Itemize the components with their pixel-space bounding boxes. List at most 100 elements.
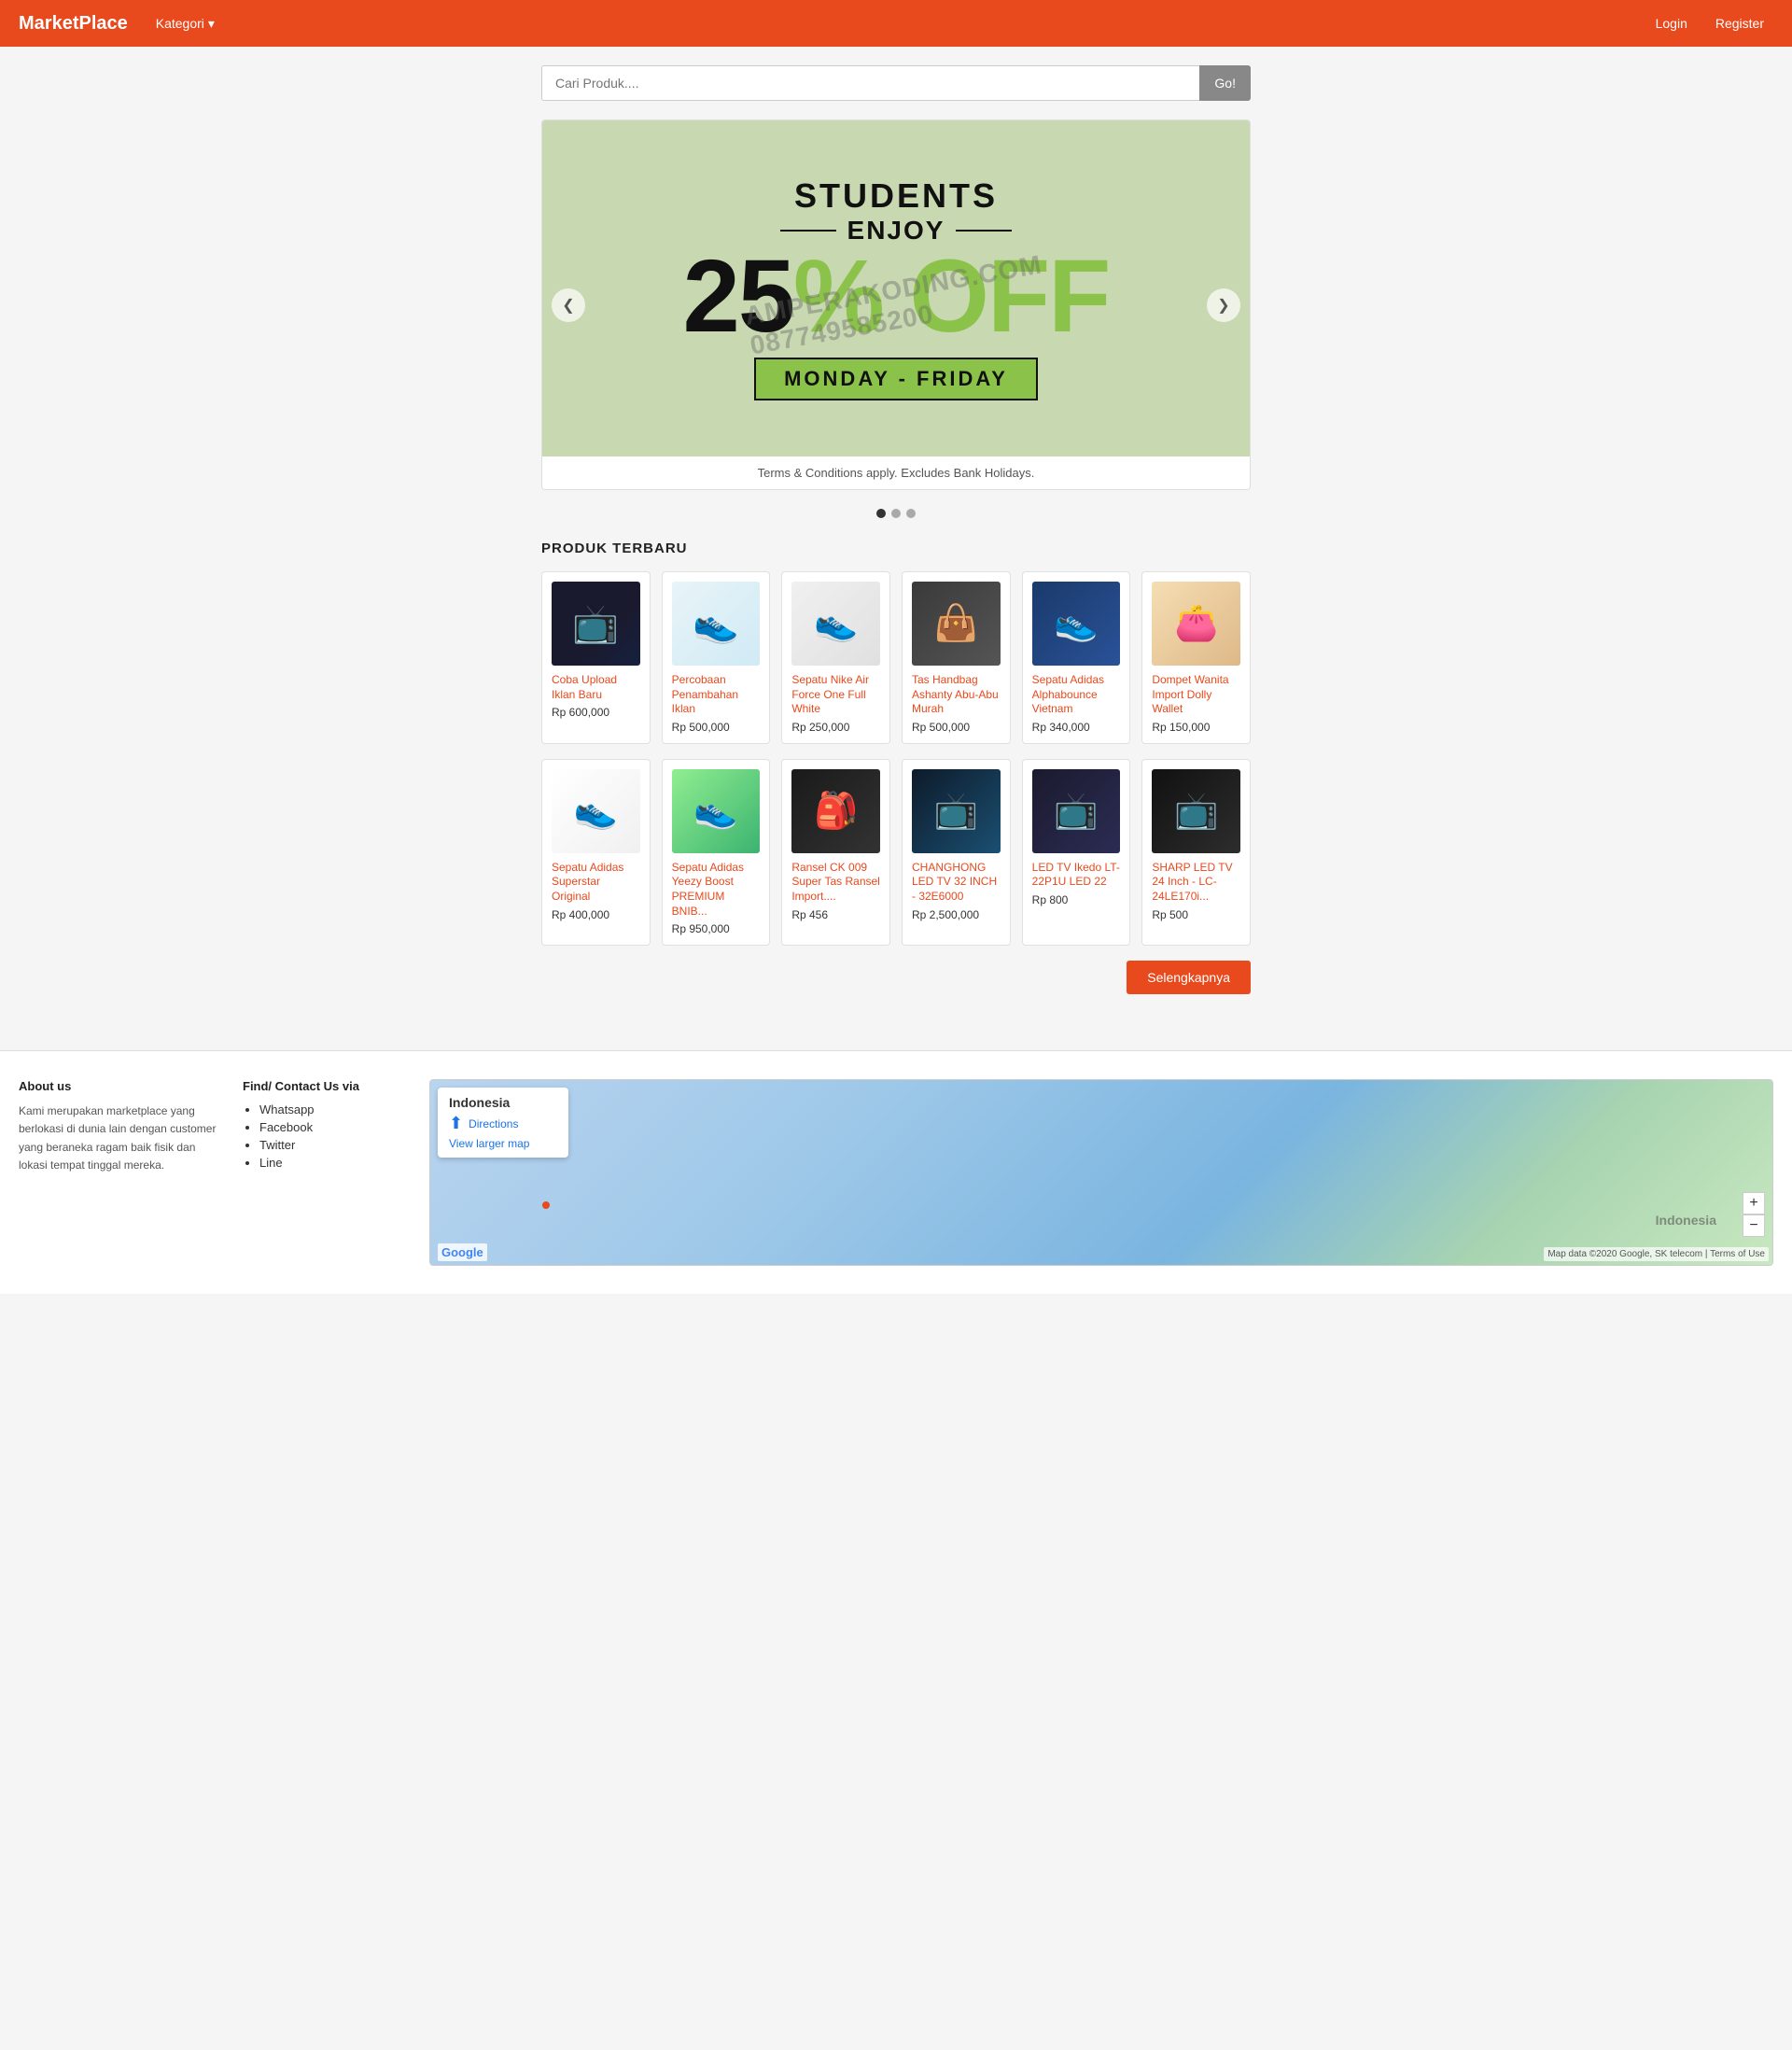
product-img: [1152, 582, 1240, 666]
product-card-r1-0[interactable]: Sepatu Adidas Superstar Original Rp 400,0…: [541, 759, 651, 946]
search-input[interactable]: [541, 65, 1199, 101]
map-zoom-controls: + −: [1743, 1192, 1765, 1237]
carousel-dot-3[interactable]: [906, 509, 916, 518]
product-img: [1152, 769, 1240, 853]
search-button[interactable]: Go!: [1199, 65, 1251, 101]
product-title: Coba Upload Iklan Baru: [552, 673, 640, 702]
carousel-dot-2[interactable]: [891, 509, 901, 518]
carousel-inner: AMPERAKODING.COM087749585200 STUDENTS EN…: [542, 120, 1250, 456]
product-card-r1-2[interactable]: Ransel CK 009 Super Tas Ransel Import...…: [781, 759, 890, 946]
footer-map: Indonesia ⬆ Directions View larger map I…: [429, 1079, 1773, 1266]
footer-contact-item-3: Line: [259, 1156, 411, 1170]
banner-conditions: Terms & Conditions apply. Excludes Bank …: [758, 466, 1035, 480]
footer-about-title: About us: [19, 1079, 224, 1093]
navbar: MarketPlace Kategori ▾ Login Register: [0, 0, 1792, 47]
product-price: Rp 600,000: [552, 706, 640, 719]
map-indonesia-label: Indonesia: [1656, 1213, 1716, 1228]
navbar-right: Login Register: [1646, 10, 1773, 36]
product-card-r0-1[interactable]: Percobaan Penambahan Iklan Rp 500,000: [662, 571, 771, 744]
banner-footer-text: Terms & Conditions apply. Excludes Bank …: [542, 456, 1250, 489]
map-directions-link[interactable]: Directions: [469, 1117, 518, 1130]
product-title: Ransel CK 009 Super Tas Ransel Import...…: [791, 861, 880, 905]
register-button[interactable]: Register: [1706, 10, 1773, 36]
carousel-dots: [541, 509, 1251, 518]
product-title: Percobaan Penambahan Iklan: [672, 673, 761, 717]
product-price: Rp 800: [1032, 893, 1121, 906]
footer-contact-list: WhatsappFacebookTwitterLine: [243, 1102, 411, 1170]
map-directions-icon: ⬆: [449, 1114, 463, 1133]
footer: About us Kami merupakan marketplace yang…: [0, 1050, 1792, 1294]
product-card-r0-5[interactable]: Dompet Wanita Import Dolly Wallet Rp 150,…: [1141, 571, 1251, 744]
product-price: Rp 500,000: [672, 721, 761, 734]
map-zoom-out-button[interactable]: −: [1743, 1215, 1765, 1237]
product-price: Rp 500,000: [912, 721, 1001, 734]
product-price: Rp 150,000: [1152, 721, 1240, 734]
product-img: [791, 582, 880, 666]
product-img: [791, 769, 880, 853]
product-img: [1032, 769, 1121, 853]
product-img: [672, 769, 761, 853]
product-title: CHANGHONG LED TV 32 INCH - 32E6000: [912, 861, 1001, 905]
footer-contact-item-2: Twitter: [259, 1138, 411, 1152]
product-title: Tas Handbag Ashanty Abu-Abu Murah: [912, 673, 1001, 717]
footer-contact-item-0: Whatsapp: [259, 1102, 411, 1116]
product-card-r1-5[interactable]: SHARP LED TV 24 Inch - LC-24LE170i... Rp …: [1141, 759, 1251, 946]
banner-off-text: OFF: [883, 239, 1110, 354]
product-img: [552, 582, 640, 666]
map-view-larger-link[interactable]: View larger map: [449, 1137, 557, 1150]
product-card-r0-4[interactable]: Sepatu Adidas Alphabounce Vietnam Rp 340,…: [1022, 571, 1131, 744]
product-price: Rp 250,000: [791, 721, 880, 734]
footer-contact: Find/ Contact Us via WhatsappFacebookTwi…: [243, 1079, 411, 1266]
product-title: LED TV Ikedo LT-22P1U LED 22: [1032, 861, 1121, 890]
product-title: Sepatu Adidas Alphabounce Vietnam: [1032, 673, 1121, 717]
banner-days: MONDAY - FRIDAY: [754, 358, 1038, 400]
product-title: Dompet Wanita Import Dolly Wallet: [1152, 673, 1240, 717]
footer-about: About us Kami merupakan marketplace yang…: [19, 1079, 224, 1266]
product-img: [912, 769, 1001, 853]
login-button[interactable]: Login: [1646, 10, 1697, 36]
product-img: [1032, 582, 1121, 666]
search-bar: Go!: [541, 65, 1251, 101]
product-title: Sepatu Adidas Superstar Original: [552, 861, 640, 905]
footer-about-text: Kami merupakan marketplace yang berlokas…: [19, 1102, 224, 1174]
product-img: [672, 582, 761, 666]
product-price: Rp 340,000: [1032, 721, 1121, 734]
product-img: [912, 582, 1001, 666]
product-card-r0-2[interactable]: Sepatu Nike Air Force One Full White Rp 2…: [781, 571, 890, 744]
products-section-title: PRODUK TERBARU: [541, 541, 1251, 556]
map-country-label: Indonesia: [449, 1095, 557, 1110]
more-btn-wrapper: Selengkapnya: [541, 961, 1251, 994]
product-title: Sepatu Nike Air Force One Full White: [791, 673, 880, 717]
carousel-dot-1[interactable]: [876, 509, 886, 518]
footer-contact-title: Find/ Contact Us via: [243, 1079, 411, 1093]
map-footer-text: Map data ©2020 Google, SK telecom | Term…: [1544, 1247, 1769, 1261]
product-img: [552, 769, 640, 853]
main-container: Go! ❮ AMPERAKODING.COM087749585200 STUDE…: [523, 47, 1269, 1050]
navbar-kategori-menu[interactable]: Kategori ▾: [147, 10, 224, 37]
product-card-r0-3[interactable]: Tas Handbag Ashanty Abu-Abu Murah Rp 500,…: [902, 571, 1011, 744]
map-card: Indonesia ⬆ Directions View larger map: [438, 1088, 568, 1158]
product-title: SHARP LED TV 24 Inch - LC-24LE170i...: [1152, 861, 1240, 905]
chevron-down-icon: ▾: [208, 16, 215, 32]
product-card-r0-0[interactable]: Coba Upload Iklan Baru Rp 600,000: [541, 571, 651, 744]
product-price: Rp 2,500,000: [912, 908, 1001, 921]
selengkapnya-button[interactable]: Selengkapnya: [1127, 961, 1251, 994]
product-title: Sepatu Adidas Yeezy Boost PREMIUM BNIB..…: [672, 861, 761, 919]
carousel-next-button[interactable]: ❯: [1207, 288, 1240, 322]
map-placeholder: Indonesia ⬆ Directions View larger map I…: [430, 1080, 1772, 1265]
map-google-logo: Google: [438, 1243, 487, 1261]
product-price: Rp 456: [791, 908, 880, 921]
banner-students: STUDENTS: [794, 176, 998, 216]
product-card-r1-4[interactable]: LED TV Ikedo LT-22P1U LED 22 Rp 800: [1022, 759, 1131, 946]
product-grid-row1: Coba Upload Iklan Baru Rp 600,000 Percobaa…: [541, 571, 1251, 744]
carousel: ❮ AMPERAKODING.COM087749585200 STUDENTS …: [541, 119, 1251, 490]
kategori-label: Kategori: [156, 16, 204, 31]
product-price: Rp 400,000: [552, 908, 640, 921]
banner-off: 25% OFF: [683, 246, 1110, 348]
carousel-prev-button[interactable]: ❮: [552, 288, 585, 322]
product-card-r1-3[interactable]: CHANGHONG LED TV 32 INCH - 32E6000 Rp 2,5…: [902, 759, 1011, 946]
product-card-r1-1[interactable]: Sepatu Adidas Yeezy Boost PREMIUM BNIB..…: [662, 759, 771, 946]
product-price: Rp 500: [1152, 908, 1240, 921]
navbar-brand[interactable]: MarketPlace: [19, 13, 128, 35]
map-zoom-in-button[interactable]: +: [1743, 1192, 1765, 1215]
